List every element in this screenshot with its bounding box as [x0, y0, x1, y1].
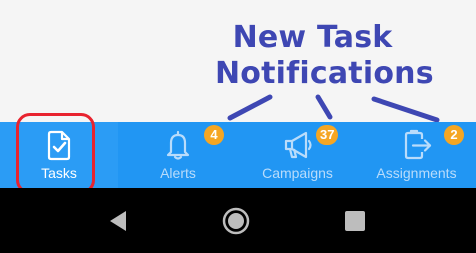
tab-assignments[interactable]: 2 Assignments [357, 122, 476, 188]
tab-tasks-label: Tasks [41, 165, 77, 181]
clipboard-exit-icon [400, 128, 434, 162]
bell-icon [161, 128, 195, 162]
tab-campaigns[interactable]: 37 Campaigns [238, 122, 357, 188]
arrow-to-alerts [227, 94, 273, 121]
nav-home-button[interactable] [221, 206, 251, 236]
bottom-tab-bar: Tasks 4 Alerts 37 Campaigns 2 Assignment… [0, 122, 476, 188]
megaphone-icon [281, 128, 315, 162]
tab-alerts-label: Alerts [160, 165, 196, 181]
tab-assignments-label: Assignments [376, 165, 457, 181]
app-screen: New Task Notifications Tasks 4 Alerts 37… [0, 0, 476, 253]
callout-line-2: Notifications [215, 56, 434, 91]
home-circle-icon [222, 207, 250, 235]
alerts-badge: 4 [204, 125, 224, 145]
tab-tasks[interactable]: Tasks [0, 122, 118, 188]
task-document-icon [42, 128, 76, 162]
recents-square-icon [345, 211, 365, 231]
nav-recents-button[interactable] [340, 206, 370, 236]
back-triangle-icon [110, 211, 126, 231]
tab-campaigns-label: Campaigns [262, 165, 333, 181]
campaigns-badge: 37 [316, 125, 339, 145]
tab-alerts[interactable]: 4 Alerts [118, 122, 238, 188]
callout-line-1: New Task [232, 20, 393, 55]
arrow-to-campaigns [315, 94, 333, 120]
nav-back-button[interactable] [104, 206, 134, 236]
arrow-to-assignments [371, 96, 440, 123]
assignments-badge: 2 [444, 125, 464, 145]
system-nav-bar [0, 188, 476, 253]
callout-title: New Task Notifications [215, 20, 434, 92]
